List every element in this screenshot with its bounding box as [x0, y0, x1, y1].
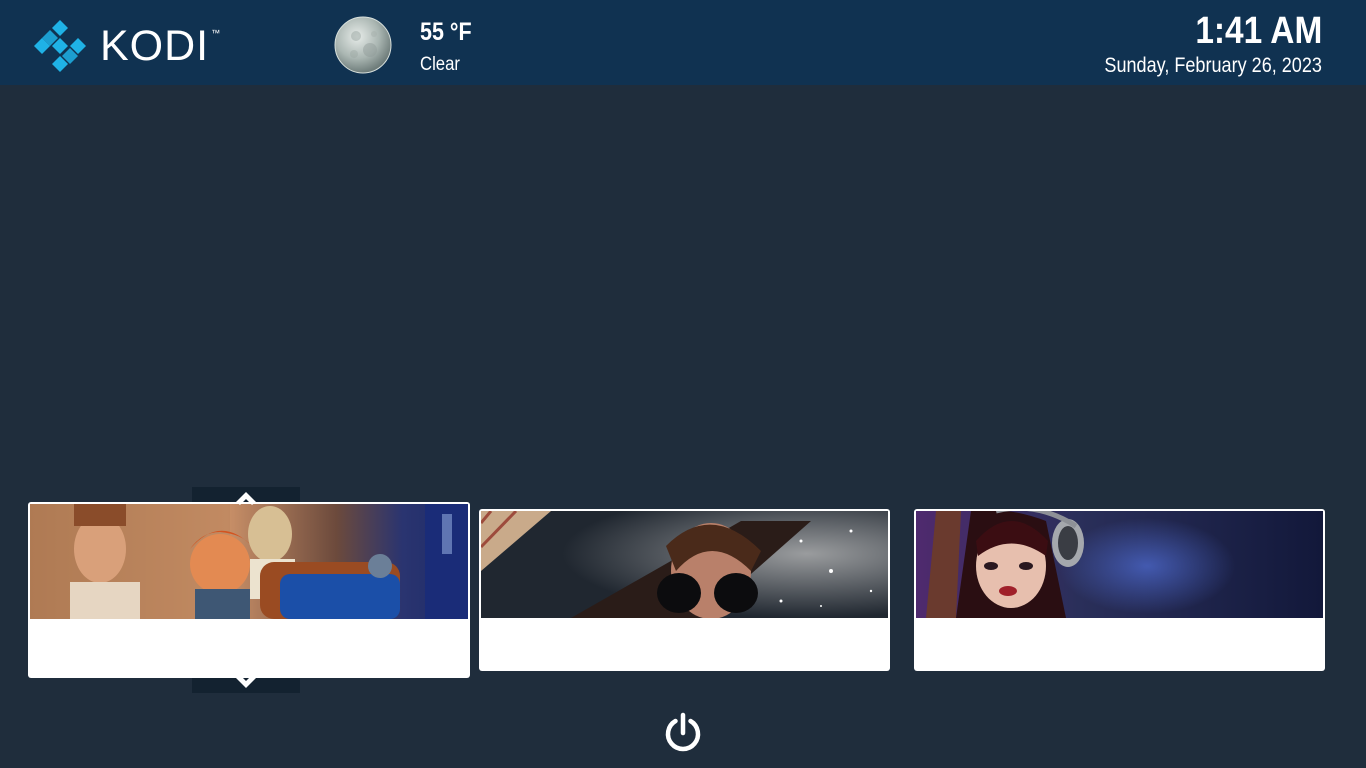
tv-shows-card[interactable]: [28, 502, 470, 678]
music-videos-card[interactable]: [479, 509, 890, 671]
tv-shows-artwork: [30, 504, 468, 619]
logo-text: KODI ™: [100, 21, 222, 70]
music-card[interactable]: [914, 509, 1325, 671]
top-bar: KODI ™ 55 °F Clear 1:41 AM Sunday, Februa…: [0, 0, 1366, 85]
music-videos-artwork: [481, 511, 888, 618]
move-up-arrow-icon[interactable]: [234, 491, 258, 507]
kodi-logo[interactable]: KODI ™: [34, 20, 221, 72]
kodi-logo-icon: [34, 20, 86, 72]
logo-trademark: ™: [211, 27, 222, 38]
music-artwork: [916, 511, 1323, 618]
clock-time: 1:41 AM: [1195, 10, 1322, 52]
weather-condition: Clear: [420, 54, 460, 75]
move-down-arrow-icon[interactable]: [234, 673, 258, 689]
power-icon[interactable]: [663, 712, 703, 754]
clock-date: Sunday, February 26, 2023: [1104, 54, 1322, 77]
moon-icon: [334, 16, 392, 74]
weather-temperature: 55 °F: [420, 18, 472, 46]
